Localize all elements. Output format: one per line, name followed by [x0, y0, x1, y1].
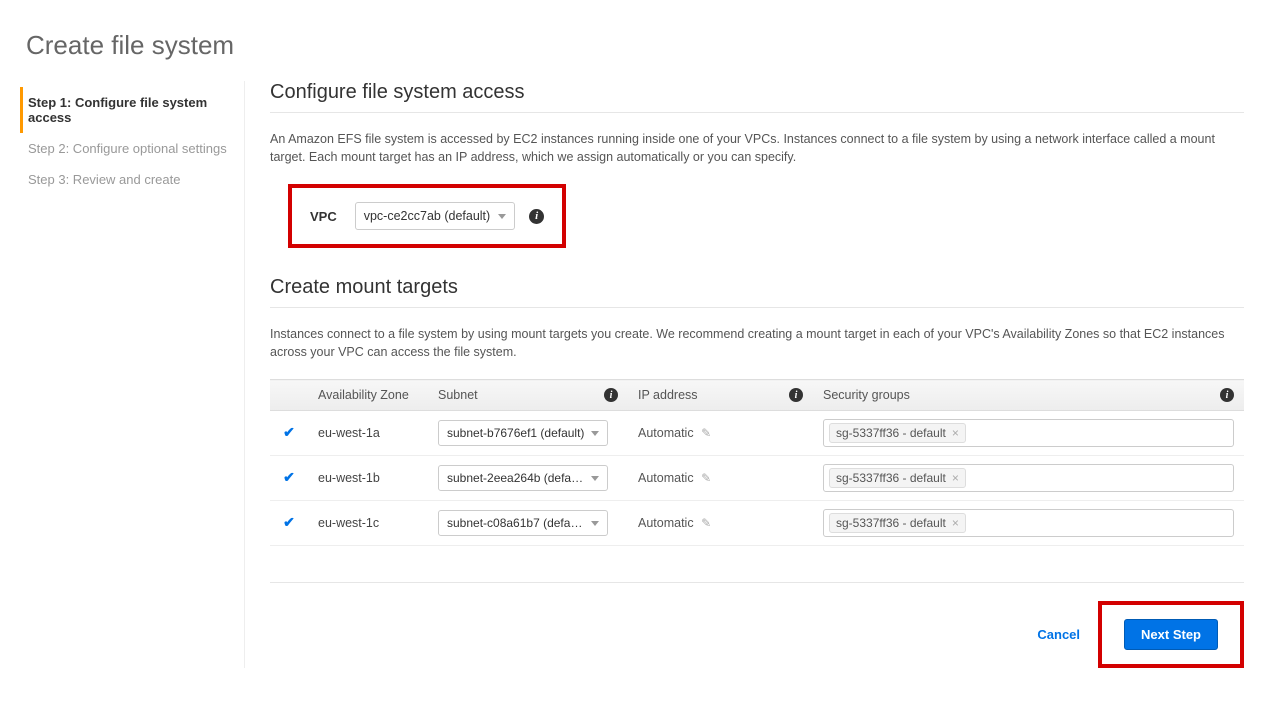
col-header-ip: IP address i — [628, 380, 813, 411]
info-icon[interactable]: i — [529, 209, 544, 224]
chevron-down-icon — [591, 521, 599, 526]
col-header-ip-label: IP address — [638, 388, 698, 402]
subnet-select[interactable]: subnet-b7676ef1 (default) — [438, 420, 608, 446]
subnet-value: subnet-c08a61b7 (default) — [447, 516, 585, 530]
col-header-sg-label: Security groups — [823, 388, 910, 402]
step-configure-access[interactable]: Step 1: Configure file system access — [20, 87, 244, 133]
security-groups-input[interactable]: sg-5337ff36 - default × — [823, 419, 1234, 447]
wizard-sidebar: Step 1: Configure file system access Ste… — [20, 81, 245, 668]
vpc-select-value: vpc-ce2cc7ab (default) — [364, 209, 490, 223]
table-row: ✔ eu-west-1b subnet-2eea264b (default) A… — [270, 456, 1244, 501]
table-row: ✔ eu-west-1a subnet-b7676ef1 (default) A… — [270, 411, 1244, 456]
next-step-button[interactable]: Next Step — [1124, 619, 1218, 650]
ip-value: Automatic — [638, 516, 694, 530]
step-optional-settings[interactable]: Step 2: Configure optional settings — [20, 133, 244, 164]
pencil-icon[interactable]: ✎ — [701, 471, 711, 485]
cell-az: eu-west-1b — [308, 456, 428, 501]
vpc-select[interactable]: vpc-ce2cc7ab (default) — [355, 202, 515, 230]
section-heading-mount: Create mount targets — [270, 276, 1244, 299]
col-header-az: Availability Zone — [308, 380, 428, 411]
security-groups-input[interactable]: sg-5337ff36 - default × — [823, 509, 1234, 537]
next-highlight: Next Step — [1098, 601, 1244, 668]
info-icon[interactable]: i — [789, 388, 803, 402]
subnet-value: subnet-2eea264b (default) — [447, 471, 585, 485]
table-row: ✔ eu-west-1c subnet-c08a61b7 (default) A… — [270, 501, 1244, 546]
vpc-label: VPC — [310, 209, 337, 224]
configure-description: An Amazon EFS file system is accessed by… — [270, 131, 1244, 166]
security-groups-input[interactable]: sg-5337ff36 - default × — [823, 464, 1234, 492]
row-checkbox[interactable]: ✔ — [283, 516, 296, 529]
page-title: Create file system — [26, 30, 1254, 61]
chevron-down-icon — [591, 431, 599, 436]
chevron-down-icon — [498, 214, 506, 219]
cell-az: eu-west-1a — [308, 411, 428, 456]
col-header-subnet-label: Subnet — [438, 388, 478, 402]
row-checkbox[interactable]: ✔ — [283, 471, 296, 484]
info-icon[interactable]: i — [604, 388, 618, 402]
remove-tag-icon[interactable]: × — [952, 426, 959, 440]
security-group-tag: sg-5337ff36 - default × — [829, 513, 966, 533]
row-checkbox[interactable]: ✔ — [283, 426, 296, 439]
security-group-tag: sg-5337ff36 - default × — [829, 423, 966, 443]
pencil-icon[interactable]: ✎ — [701, 516, 711, 530]
ip-value: Automatic — [638, 471, 694, 485]
subnet-select[interactable]: subnet-2eea264b (default) — [438, 465, 608, 491]
security-group-label: sg-5337ff36 - default — [836, 426, 946, 440]
col-header-subnet: Subnet i — [428, 380, 628, 411]
cell-az: eu-west-1c — [308, 501, 428, 546]
cancel-button[interactable]: Cancel — [1037, 627, 1080, 642]
security-group-label: sg-5337ff36 - default — [836, 471, 946, 485]
subnet-value: subnet-b7676ef1 (default) — [447, 426, 585, 440]
chevron-down-icon — [591, 476, 599, 481]
pencil-icon[interactable]: ✎ — [701, 426, 711, 440]
vpc-highlight: VPC vpc-ce2cc7ab (default) i — [288, 184, 566, 248]
ip-value: Automatic — [638, 426, 694, 440]
mount-description: Instances connect to a file system by us… — [270, 326, 1244, 361]
col-header-check — [270, 380, 308, 411]
security-group-label: sg-5337ff36 - default — [836, 516, 946, 530]
security-group-tag: sg-5337ff36 - default × — [829, 468, 966, 488]
mount-targets-table: Availability Zone Subnet i IP address i … — [270, 379, 1244, 546]
step-review-create[interactable]: Step 3: Review and create — [20, 164, 244, 195]
col-header-sg: Security groups i — [813, 380, 1244, 411]
subnet-select[interactable]: subnet-c08a61b7 (default) — [438, 510, 608, 536]
remove-tag-icon[interactable]: × — [952, 516, 959, 530]
section-heading-configure: Configure file system access — [270, 81, 1244, 104]
remove-tag-icon[interactable]: × — [952, 471, 959, 485]
info-icon[interactable]: i — [1220, 388, 1234, 402]
wizard-footer: Cancel Next Step — [270, 582, 1244, 668]
